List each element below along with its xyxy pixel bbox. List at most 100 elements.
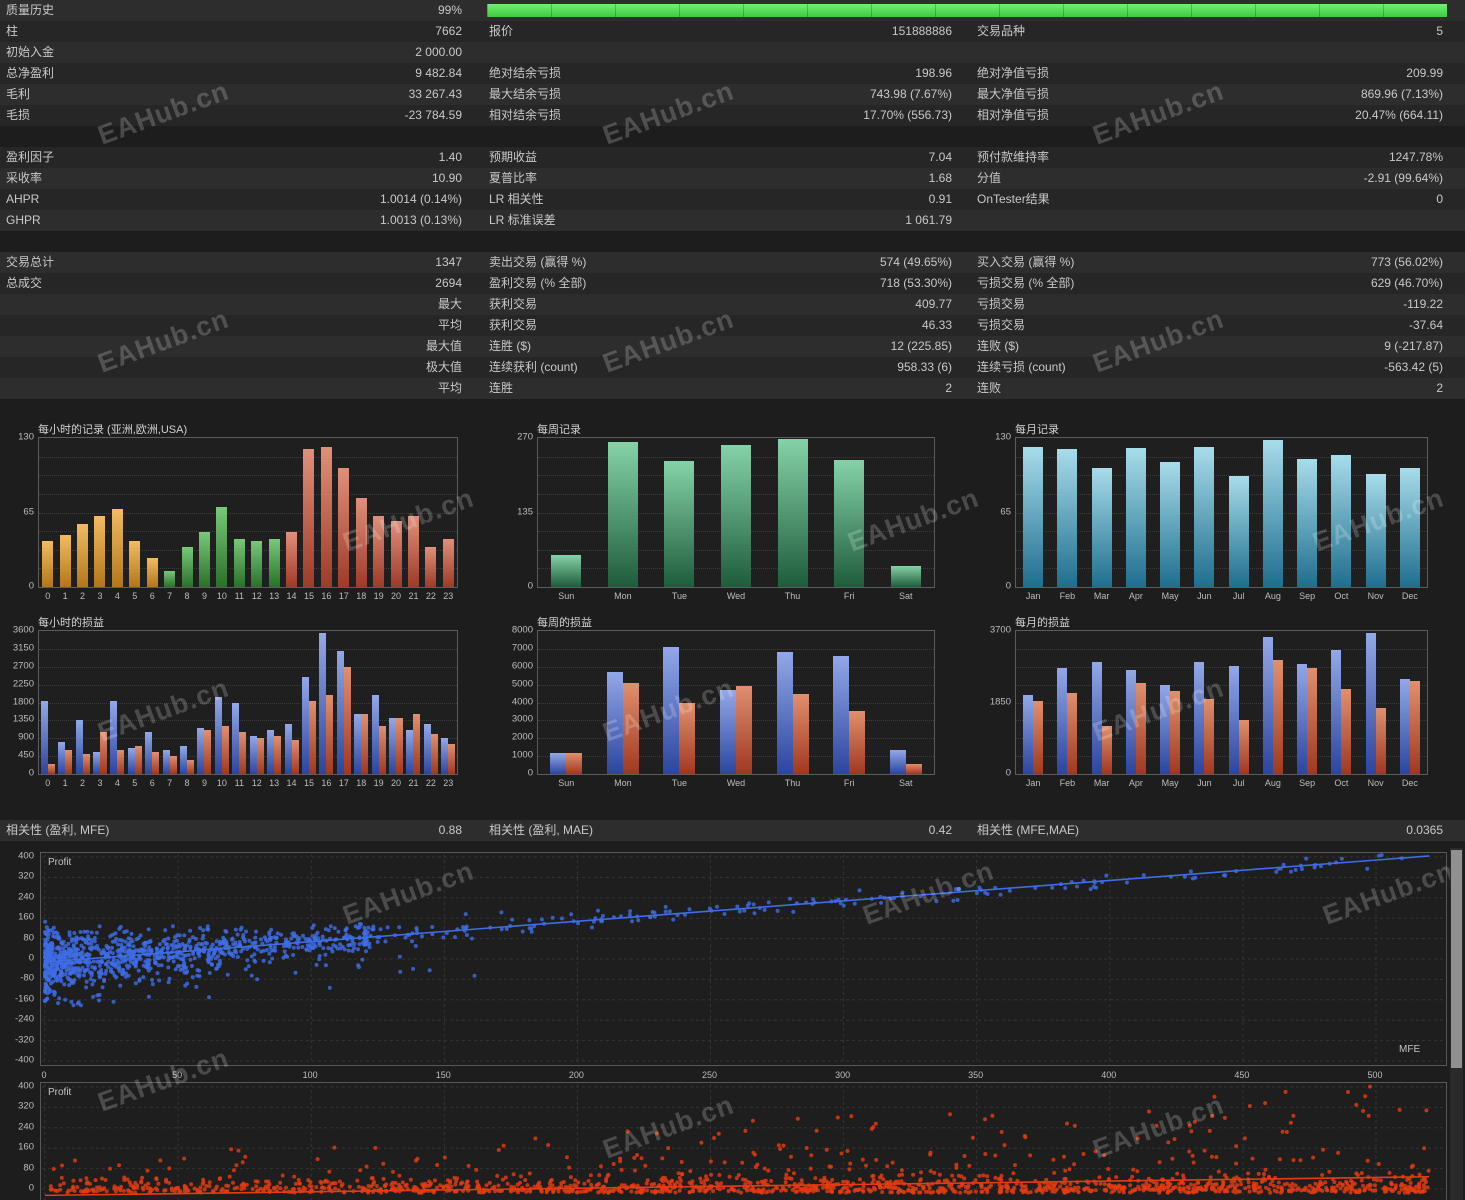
bar (152, 752, 159, 774)
x-axis-tick-label: Feb (1060, 591, 1076, 601)
stat-value: 1347 (240, 252, 462, 273)
stat-value: 574 (49.65%) (700, 252, 952, 273)
x-axis-tick-label: 450 (1234, 1070, 1249, 1080)
bar (389, 718, 396, 774)
bar (344, 667, 351, 774)
chart-plot-hour-pl (38, 630, 458, 775)
correlation-header-row: 相关性 (盈利, MFE)0.88相关性 (盈利, MAE)0.42相关性 (M… (0, 820, 1465, 841)
y-axis-tick-label: 900 (0, 732, 34, 743)
y-axis-tick-label: 3000 (495, 714, 533, 725)
vertical-scrollbar[interactable] (1450, 848, 1463, 1200)
stat-label: 分值 (977, 168, 1001, 189)
y-axis-tick-label: 80 (0, 1162, 34, 1173)
bar (391, 521, 402, 587)
chart-title: 每月的损益 (1015, 614, 1070, 630)
x-axis-tick-label: Jul (1233, 591, 1245, 601)
x-axis-tick-label: Aug (1265, 778, 1281, 788)
bar (1092, 468, 1112, 587)
stat-value: 958.33 (6) (700, 357, 952, 378)
bar (834, 460, 864, 587)
bar (1170, 691, 1180, 774)
strategy-tester-report: 质量历史99%柱7662报价151888886交易品种5初始入金2 000.00… (0, 0, 1465, 1200)
y-axis-tick-label: 1850 (973, 696, 1011, 707)
stats-row: 最大值连胜 ($)12 (225.85)连败 ($)9 (-217.87) (0, 336, 1465, 357)
bar (222, 726, 229, 774)
bar (1400, 468, 1420, 587)
x-axis-tick-label: Wed (727, 591, 745, 601)
bar (1239, 720, 1249, 774)
gridline (39, 649, 457, 650)
stat-value: 平均 (240, 315, 462, 336)
x-axis-tick-label: 0 (41, 1070, 46, 1080)
bar (833, 656, 849, 774)
bar (356, 498, 367, 587)
stat-label: 毛损 (6, 105, 30, 126)
x-axis-tick-label: 22 (426, 591, 436, 601)
bar (302, 677, 309, 774)
bar (1400, 679, 1410, 774)
stat-value: 7.04 (700, 147, 952, 168)
stat-label: 交易品种 (977, 21, 1025, 42)
chart-plot-hour-count (38, 437, 458, 588)
x-axis-tick-label: 250 (702, 1070, 717, 1080)
bar (721, 445, 751, 587)
bar (354, 714, 361, 774)
y-axis-tick-label: 2000 (495, 732, 533, 743)
bar (720, 690, 736, 774)
x-axis-tick-label: Apr (1129, 778, 1143, 788)
stat-value: -2.91 (99.64%) (1180, 168, 1443, 189)
x-axis-tick-label: 3 (97, 591, 102, 601)
x-axis-tick-label: 23 (443, 591, 453, 601)
x-axis-tick-label: 13 (269, 778, 279, 788)
stats-row: GHPR1.0013 (0.13%)LR 标准误差1 061.79 (0, 210, 1465, 231)
stat-label: LR 相关性 (489, 189, 544, 210)
stat-value: 718 (53.30%) (700, 273, 952, 294)
bar (77, 524, 88, 587)
stat-value: 46.33 (700, 315, 952, 336)
x-axis-tick-label: 6 (150, 591, 155, 601)
stat-value: 151888886 (700, 21, 952, 42)
bar (232, 703, 239, 775)
bar (251, 541, 262, 587)
x-axis-tick-label: Sat (899, 591, 913, 601)
bar (379, 726, 386, 774)
stat-label: 盈利因子 (6, 147, 54, 168)
stat-value: 12 (225.85) (700, 336, 952, 357)
x-axis-tick-label: 8 (185, 591, 190, 601)
x-axis-tick-label: Jan (1026, 778, 1041, 788)
scrollbar-thumb[interactable] (1451, 850, 1462, 1068)
x-axis-tick-label: Mar (1094, 591, 1110, 601)
y-axis-tick-label: 1000 (495, 750, 533, 761)
stats-row: 柱7662报价151888886交易品种5 (0, 21, 1465, 42)
stat-value: 99% (240, 0, 462, 21)
bar (607, 672, 623, 774)
stat-label: 采收率 (6, 168, 42, 189)
bar (1366, 633, 1376, 774)
stat-label: 交易总计 (6, 252, 54, 273)
x-axis-tick-label: Jun (1197, 591, 1212, 601)
stat-label: 获利交易 (489, 294, 537, 315)
stat-value: 最大 (240, 294, 462, 315)
y-axis-tick-label: 0 (495, 581, 533, 592)
correlation-value: 0.0365 (1180, 820, 1443, 841)
stat-value: 1.0014 (0.14%) (240, 189, 462, 210)
stat-value: 5 (1180, 21, 1443, 42)
bar (623, 683, 639, 774)
stat-value: 629 (46.70%) (1180, 273, 1443, 294)
gridline (538, 667, 934, 668)
x-axis-tick-label: 12 (252, 778, 262, 788)
x-axis-tick-label: Dec (1402, 591, 1418, 601)
history-quality-bar (487, 4, 1447, 17)
chart-plot-week-count (537, 437, 935, 588)
x-axis-tick-label: 300 (835, 1070, 850, 1080)
stats-row: 盈利因子1.40预期收益7.04预付款维持率1247.78% (0, 147, 1465, 168)
bar (372, 695, 379, 774)
stat-value: 1.68 (700, 168, 952, 189)
x-axis-tick-label: Nov (1368, 778, 1384, 788)
bar (425, 547, 436, 587)
x-axis-tick-label: 0 (45, 591, 50, 601)
stat-value: -119.22 (1180, 294, 1443, 315)
bar (216, 507, 227, 587)
correlation-label: 相关性 (盈利, MFE) (6, 820, 109, 841)
y-axis-tick-label: 80 (0, 932, 34, 943)
